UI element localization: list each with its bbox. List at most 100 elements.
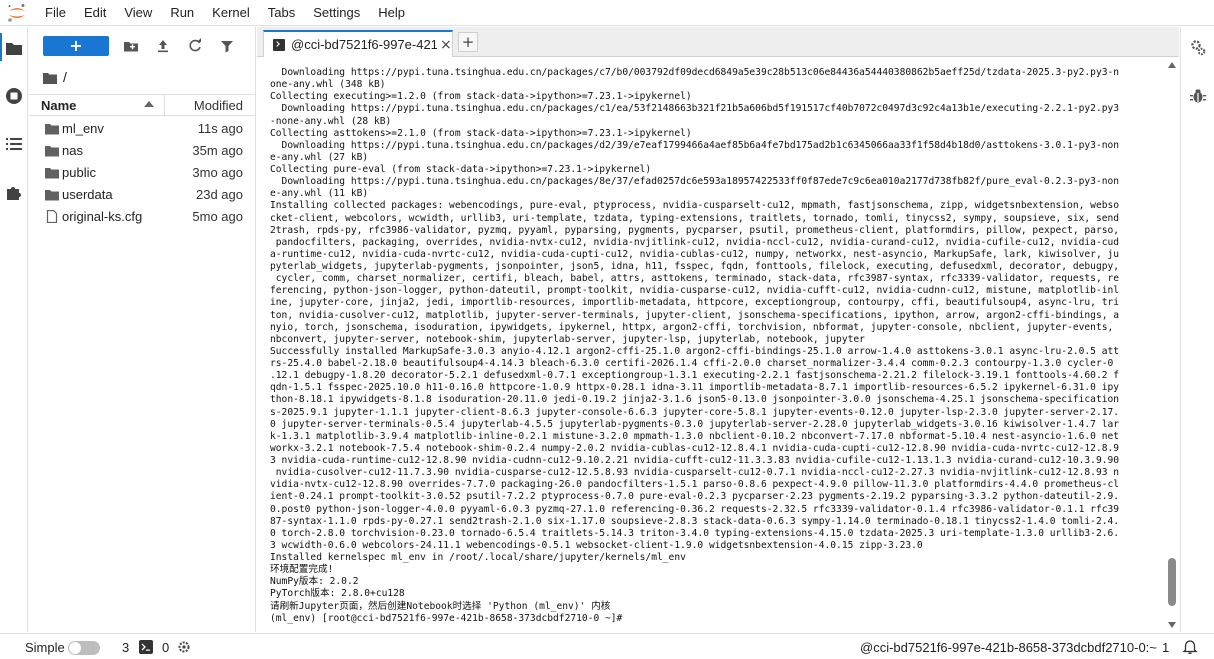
file-name: public: [62, 165, 96, 180]
property-inspector-icon[interactable]: [1189, 39, 1207, 57]
terminal-line: Installing collected packages: webencodi…: [270, 200, 1120, 212]
file-list-header: Name Modified: [29, 94, 255, 117]
file-modified: 5mo ago: [192, 209, 243, 224]
status-bar: Simple 3 0 @cci-bd7521f6-997e-421b-8658-…: [0, 633, 1214, 659]
terminal-line: 0.post0 python-json-logger-4.0.0 pyyaml-…: [270, 503, 1120, 515]
terminal-line: 请刷新Jupyter页面，然后创建Notebook时选择 'Python (ml…: [270, 600, 611, 612]
terminal-line: nbconvert, jupyter-server, notebook-shim…: [270, 333, 865, 345]
terminal-line: 2trash, rpds-py, rfc3986-validator, pyzm…: [270, 224, 1120, 236]
folder-icon: [45, 166, 59, 179]
table-of-contents-icon[interactable]: [5, 135, 23, 153]
bell-icon[interactable]: [1182, 639, 1198, 655]
scroll-up-icon[interactable]: [1168, 62, 1176, 68]
terminal-line: nvidia-cusolver-cu12-11.7.3.90 nvidia-cu…: [270, 467, 1120, 479]
column-modified-header[interactable]: Modified: [194, 98, 243, 113]
refresh-icon[interactable]: [187, 38, 203, 54]
terminal-line: e-any.whl (11 kB): [270, 188, 369, 200]
terminal-line: .12.1 debugpy-1.8.20 decorator-5.2.1 def…: [270, 370, 1120, 382]
terminal-line: pyterlab_widgets, jupyterlab-pygments, j…: [270, 261, 1120, 272]
column-divider[interactable]: [164, 95, 165, 117]
terminal-panel[interactable]: Downloading https://pypi.tuna.tsinghua.e…: [257, 58, 1179, 632]
terminal-line: 3 wcwidth-0.6.0 webcolors-24.11.1 webenc…: [270, 539, 923, 551]
add-tab-button[interactable]: +: [458, 32, 478, 52]
terminal-line: 3 nvidia-cuda-runtime-cu12-12.8.90 nvidi…: [270, 455, 1120, 466]
terminal-line: cycler, comm, charset_normalizer, certif…: [270, 273, 1120, 285]
file-browser: + / Name Modified ml_env 11s ago nas 35m…: [29, 27, 256, 632]
kernels-count[interactable]: 0: [162, 640, 169, 655]
terminal-line: s-2025.9.1 jupyter-1.1.1 jupyter-client-…: [270, 406, 1120, 418]
new-launcher-button[interactable]: +: [43, 36, 109, 56]
menu-file[interactable]: File: [36, 0, 75, 26]
terminal-line: k-1.3.1 matplotlib-3.9.4 matplotlib-inli…: [270, 430, 1120, 442]
debugger-icon[interactable]: [1189, 87, 1207, 105]
folder-icon[interactable]: [5, 39, 23, 57]
terminal-line: NumPy版本: 2.0.2: [270, 576, 359, 588]
terminal-line: Successfully installed MarkupSafe-3.0.3 …: [270, 345, 1120, 357]
terminal-line: 0 jupyter-server-terminals-0.5.4 jupyter…: [270, 418, 1120, 430]
file-list: ml_env 11s ago nas 35m ago public 3mo ag…: [29, 116, 255, 228]
file-name: nas: [62, 143, 83, 158]
new-folder-icon[interactable]: [123, 38, 139, 54]
left-activity-bar: [0, 27, 28, 632]
terminal-line: 87-syntax-1.1.0 rpds-py-0.27.1 send2tras…: [270, 515, 1120, 527]
kernel-gear-icon[interactable]: [177, 640, 191, 654]
breadcrumb-root[interactable]: /: [63, 69, 67, 85]
simple-mode-toggle[interactable]: [68, 641, 100, 655]
terminal-output[interactable]: Downloading https://pypi.tuna.tsinghua.e…: [270, 67, 1158, 625]
terminal-icon: [273, 38, 285, 51]
sort-ascending-icon: [144, 101, 154, 107]
terminal-line: vidia-nvtx-cu12-12.8.90 overrides-7.7.0 …: [270, 479, 1120, 491]
menu-settings[interactable]: Settings: [304, 0, 369, 26]
scroll-down-icon[interactable]: [1168, 622, 1176, 628]
upload-icon[interactable]: [155, 38, 171, 54]
tab-terminal[interactable]: @cci-bd7521f6-997e-421b ×: [263, 30, 453, 57]
simple-mode-label: Simple: [25, 640, 65, 655]
terminal-line: ient-0.24.1 prompt-toolkit-3.0.52 psutil…: [270, 491, 1120, 503]
terminal-line: e-any.whl (27 kB): [270, 151, 369, 163]
running-sessions-icon[interactable]: [5, 87, 23, 105]
right-sidebar: [1180, 27, 1214, 632]
scrollbar-thumb[interactable]: [1168, 558, 1176, 606]
breadcrumb: /: [29, 65, 255, 89]
file-row-public[interactable]: public 3mo ago: [29, 162, 255, 184]
menu-view[interactable]: View: [115, 0, 161, 26]
menu-tabs[interactable]: Tabs: [259, 0, 304, 26]
file-name: ml_env: [62, 121, 104, 136]
folder-icon: [45, 122, 59, 135]
file-modified: 35m ago: [192, 143, 243, 158]
terminal-line: ton, nvidia-cusolver-cu12, matplotlib, j…: [270, 309, 1120, 321]
terminal-line: Downloading https://pypi.tuna.tsinghua.e…: [270, 103, 1120, 115]
menu-edit[interactable]: Edit: [75, 0, 115, 26]
terminal-line: -none-any.whl (28 kB): [270, 115, 392, 127]
file-row-original-ks-cfg[interactable]: original-ks.cfg 5mo ago: [29, 206, 255, 228]
breadcrumb-folder-icon[interactable]: [43, 71, 57, 84]
menu-help[interactable]: Help: [369, 0, 414, 26]
close-icon[interactable]: ×: [440, 37, 452, 53]
terminal-line: cket-client, webcolors, wcwidth, urllib3…: [270, 212, 1120, 224]
column-name-header[interactable]: Name: [41, 98, 76, 113]
terminal-icon[interactable]: [139, 640, 153, 654]
folder-icon: [45, 144, 59, 157]
file-modified: 3mo ago: [192, 165, 243, 180]
terminal-line: ine, jupyter-core, jinja2, jedi, importl…: [270, 297, 1120, 309]
terminal-scrollbar[interactable]: [1165, 58, 1179, 632]
file-row-ml-env[interactable]: ml_env 11s ago: [29, 118, 255, 140]
terminal-line: Collecting pure-eval (from stack-data->i…: [270, 164, 652, 175]
jupyter-logo-icon[interactable]: [6, 2, 28, 24]
terminal-line: workx-3.2.1 notebook-7.5.4 notebook-shim…: [270, 442, 1120, 454]
file-browser-toolbar: +: [29, 27, 255, 65]
terminal-line: pandocfilters, packaging, overrides, nvi…: [270, 236, 1120, 248]
terminal-line: Collecting executing>=1.2.0 (from stack-…: [270, 91, 692, 103]
menu-kernel[interactable]: Kernel: [203, 0, 259, 26]
file-row-nas[interactable]: nas 35m ago: [29, 140, 255, 162]
file-row-userdata[interactable]: userdata 23d ago: [29, 184, 255, 206]
file-icon: [45, 209, 59, 224]
terminals-count[interactable]: 3: [122, 640, 129, 655]
folder-icon: [45, 188, 59, 201]
filter-icon[interactable]: [219, 38, 235, 54]
notification-count[interactable]: 1: [1162, 640, 1169, 655]
menu-run[interactable]: Run: [161, 0, 203, 26]
extensions-icon[interactable]: [5, 183, 23, 201]
file-modified: 23d ago: [196, 187, 243, 202]
terminal-line: (ml_env) [root@cci-bd7521f6-997e-421b-86…: [270, 612, 629, 624]
